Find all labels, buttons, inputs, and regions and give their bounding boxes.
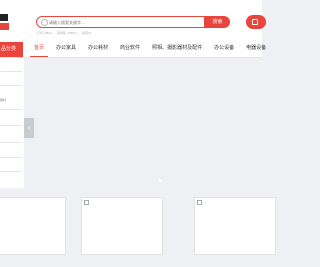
product-card[interactable] (81, 197, 163, 255)
broken-image-icon (197, 200, 202, 205)
search-button[interactable]: 搜索 (205, 16, 230, 28)
main-nav: 品分类 首页 办公家具 办公耗材 商业软件 照相、摄影器材及配件 办公设备 电器… (0, 40, 266, 58)
menu-divider (0, 71, 22, 72)
nav-item-business-software[interactable]: 商业软件 (114, 40, 146, 57)
hot-search-words: 打印 office 复印机 1080 L 投影仪 (37, 31, 95, 35)
menu-divider (0, 142, 22, 143)
nav-item-camera-equipment[interactable]: 照相、摄影器材及配件 (146, 40, 208, 57)
all-categories-tab[interactable]: 品分类 (0, 42, 23, 57)
product-card[interactable] (194, 197, 276, 255)
menu-divider (0, 157, 22, 158)
nav-item-home[interactable]: 首页 (28, 40, 50, 57)
menu-item-label[interactable]: 器材 (0, 98, 6, 102)
carousel-prev-button[interactable]: ‹ (24, 118, 34, 138)
cart-icon (252, 19, 258, 25)
hot-word[interactable]: 复印机 1080 L (57, 31, 77, 35)
nav-item-office-furniture[interactable]: 办公家具 (50, 40, 82, 57)
carousel-dot[interactable] (159, 179, 162, 182)
search-input[interactable] (49, 17, 199, 27)
search-box[interactable] (36, 16, 205, 28)
site-logo[interactable] (0, 12, 9, 32)
cart-button[interactable] (246, 15, 266, 29)
menu-divider (0, 109, 22, 110)
hot-word[interactable]: 投影仪 (82, 31, 91, 35)
nav-item-electrical-equipment[interactable]: 电器设备 (240, 40, 272, 57)
nav-item-office-supplies[interactable]: 办公耗材 (82, 40, 114, 57)
menu-divider (0, 125, 22, 126)
banner-carousel[interactable]: ‹ (24, 58, 262, 189)
menu-divider (0, 171, 22, 172)
broken-image-icon (84, 200, 89, 205)
nav-item-office-equipment[interactable]: 办公设备 (208, 40, 240, 57)
search-icon (41, 19, 48, 26)
product-card[interactable] (0, 197, 66, 255)
hot-word[interactable]: 打印 office (37, 31, 52, 35)
menu-divider (0, 85, 22, 86)
category-menu: 器材 (0, 58, 25, 188)
site-header: 搜索 打印 office 复印机 1080 L 投影仪 (0, 0, 266, 40)
